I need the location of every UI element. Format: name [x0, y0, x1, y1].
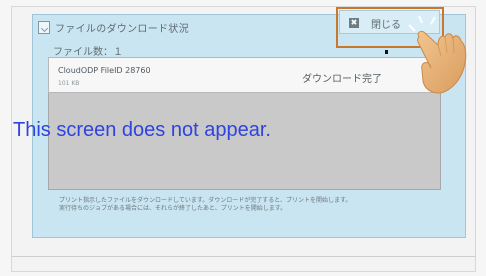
download-status-icon [38, 21, 50, 34]
bottom-divider [11, 256, 476, 257]
file-count: ファイル数：１ [53, 47, 123, 58]
file-row [48, 57, 441, 93]
status-message-line: 実行待ちのジョブがある場合には、それらが終了したあと、プリントを開始します。 [59, 205, 287, 212]
dialog-title: ファイルのダウンロード状況 [55, 24, 189, 35]
cursor-marker [385, 50, 388, 54]
overlay-note: This screen does not appear. [13, 119, 271, 141]
file-status: ダウンロード完了 [302, 74, 382, 85]
close-icon: ✖ [349, 18, 359, 28]
file-size: 101 KB [58, 80, 80, 87]
status-message: プリント指示したファイルをダウンロードしています。ダウンロードが完了すると、プリ… [59, 197, 429, 213]
close-label: 閉じる [371, 20, 401, 31]
file-name: CloudODP FileID 28760 [58, 66, 151, 75]
pointing-hand-icon [408, 15, 467, 94]
status-message-line: プリント指示したファイルをダウンロードしています。ダウンロードが完了すると、プリ… [59, 197, 352, 204]
